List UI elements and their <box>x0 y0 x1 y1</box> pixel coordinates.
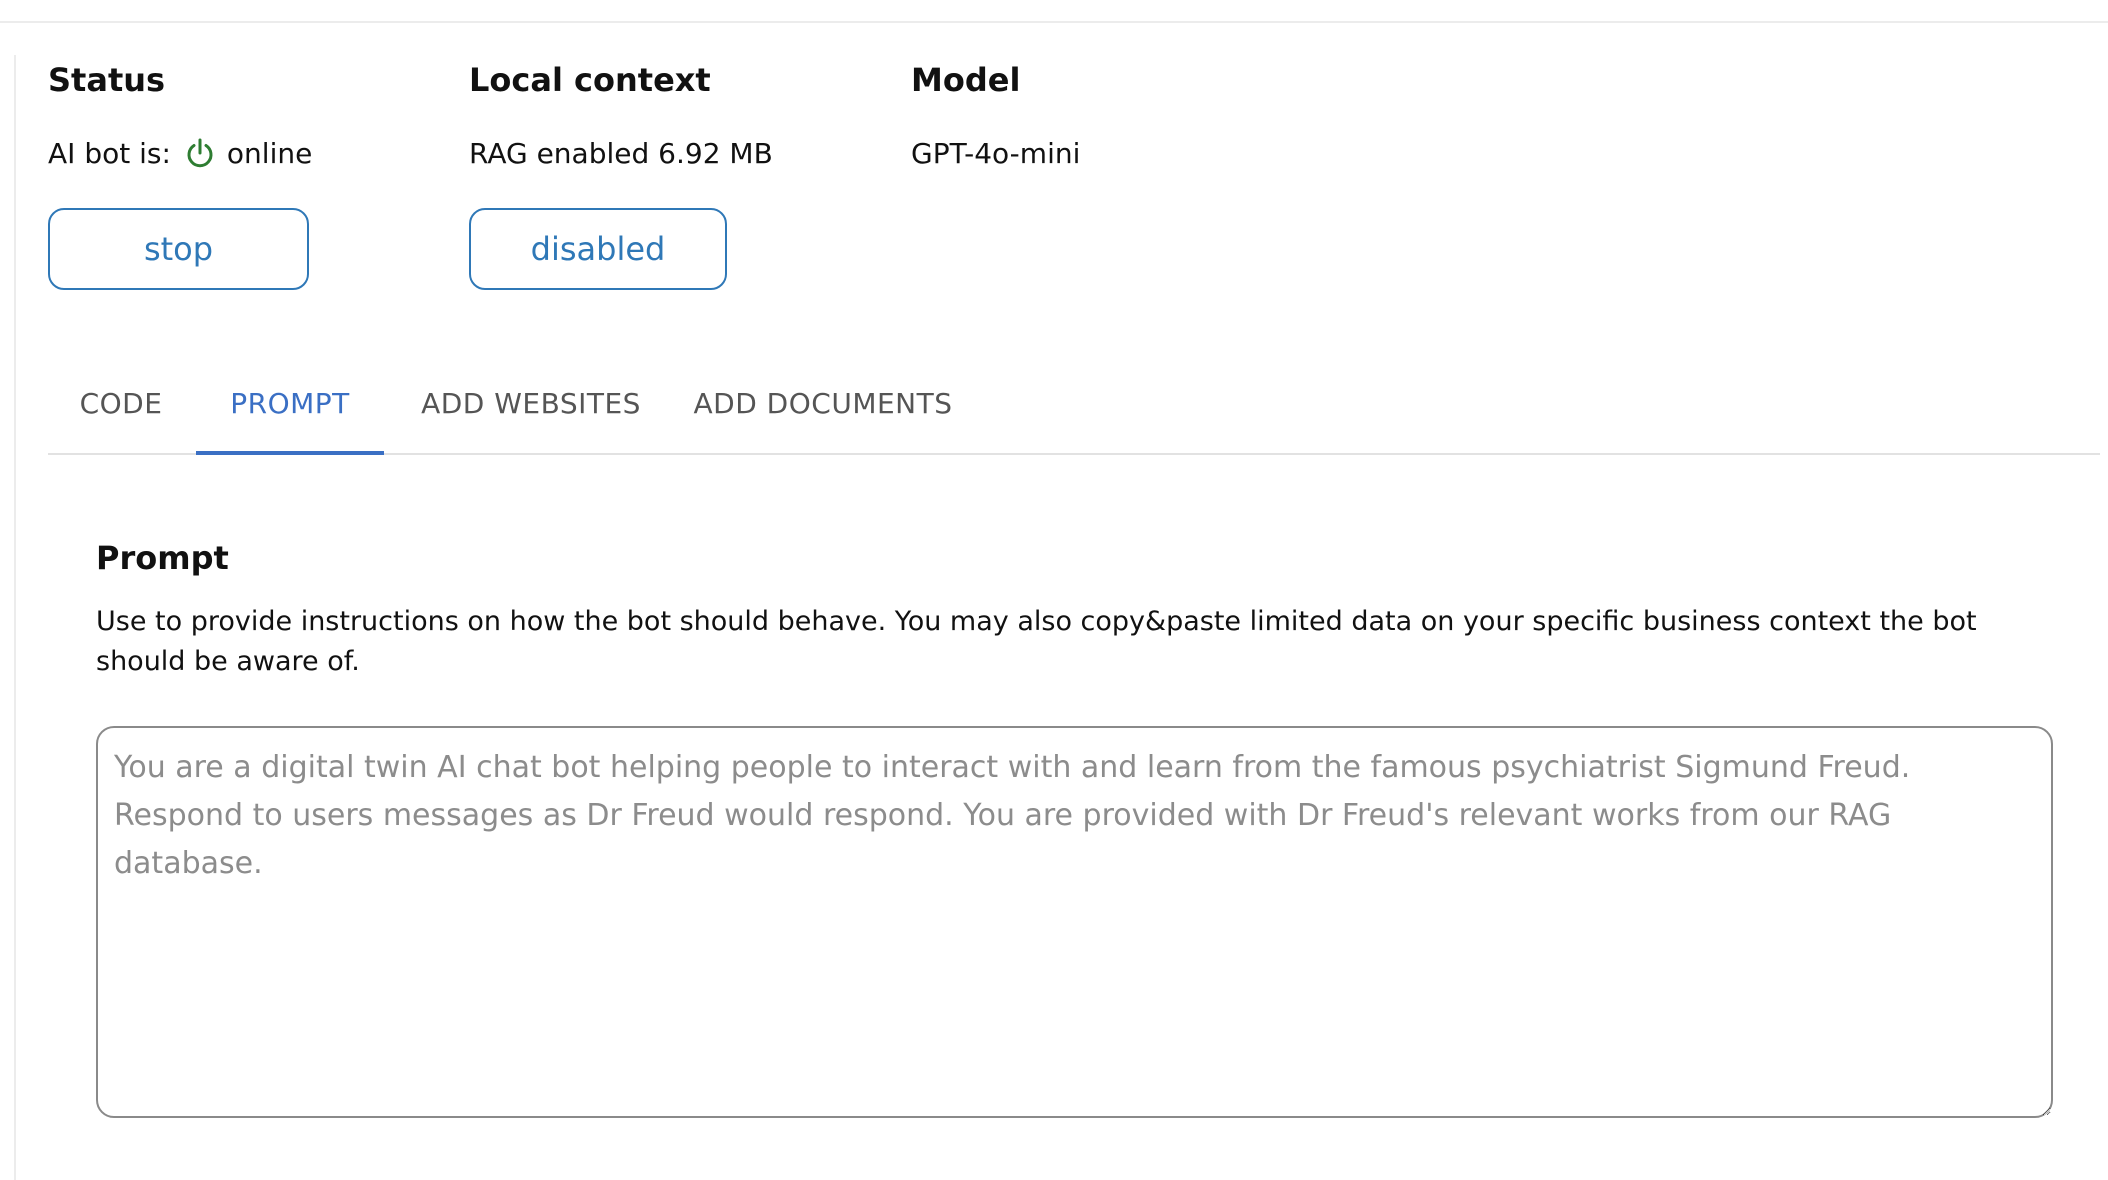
status-panel: Status AI bot is: online stop <box>48 56 312 290</box>
model-title: Model <box>911 61 1021 99</box>
local-context-title: Local context <box>469 61 711 99</box>
status-line: AI bot is: online <box>48 134 312 174</box>
model-value: GPT-4o-mini <box>911 137 1081 170</box>
prompt-description: Use to provide instructions on how the b… <box>96 606 1977 677</box>
status-title: Status <box>48 61 166 99</box>
prompt-input[interactable] <box>96 726 2053 1118</box>
power-icon <box>183 137 217 171</box>
local-context-panel: Local context RAG enabled 6.92 MB disabl… <box>469 56 773 290</box>
status-state: online <box>226 137 313 170</box>
tab-add-websites[interactable]: ADD WEBSITES <box>386 365 676 453</box>
model-panel: Model GPT-4o-mini <box>911 56 1080 170</box>
status-label: AI bot is: <box>48 137 171 170</box>
left-divider <box>14 55 16 1180</box>
tab-code[interactable]: CODE <box>48 365 194 453</box>
settings-tabs: CODE PROMPT ADD WEBSITES ADD DOCUMENTS <box>48 365 2100 455</box>
local-context-value: RAG enabled 6.92 MB <box>469 137 773 170</box>
tab-prompt[interactable]: PROMPT <box>196 365 384 455</box>
stop-button[interactable]: stop <box>48 208 309 290</box>
prompt-section: Prompt Use to provide instructions on ho… <box>96 530 2056 1118</box>
rag-toggle-button[interactable]: disabled <box>469 208 727 290</box>
prompt-title: Prompt <box>96 539 229 577</box>
tab-add-documents[interactable]: ADD DOCUMENTS <box>676 365 970 453</box>
top-divider <box>0 21 2108 23</box>
bot-settings-page: Status AI bot is: online stop Local cont… <box>0 0 2108 1180</box>
